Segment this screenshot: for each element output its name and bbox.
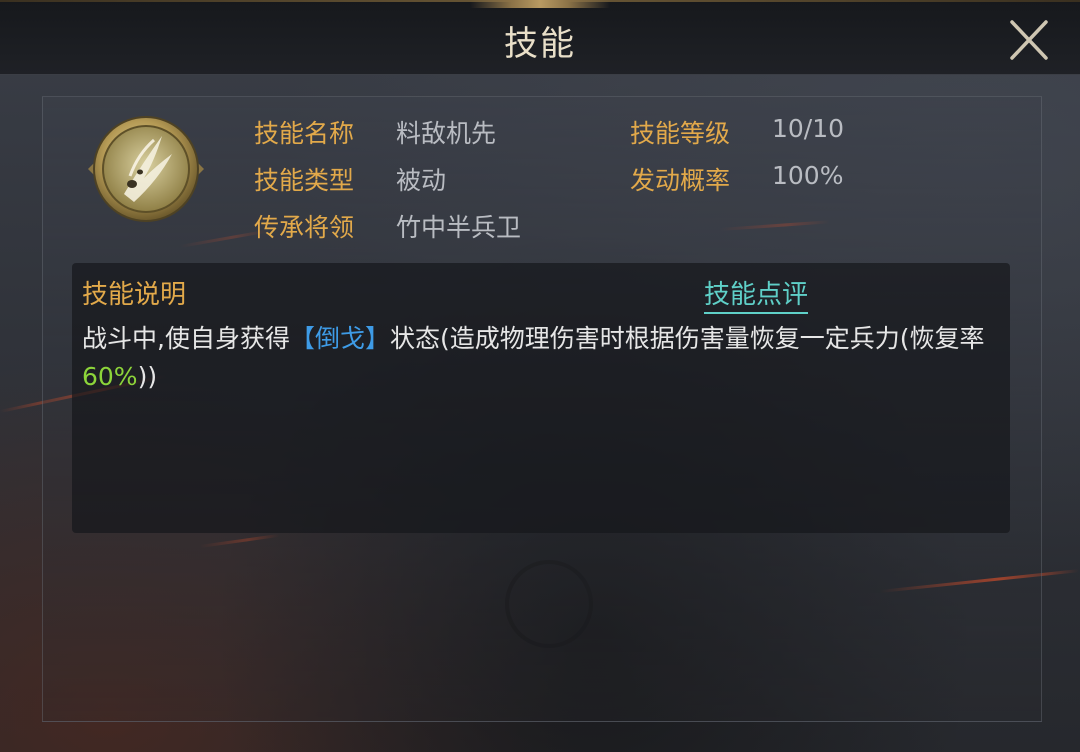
trigger-chance-label: 发动概率 [630,166,731,195]
close-icon [1010,20,1048,60]
skill-emblem-icon [88,116,204,222]
skill-emblem [84,114,208,224]
description-text-part2: 状态(造成物理伤害时根据伤害量恢复一定兵力(恢复率 [389,324,985,353]
window-title: 技能 [504,24,576,64]
description-text-part1: 战斗中,使自身获得 [82,324,290,353]
title-ornament [470,0,610,8]
skill-type-label: 技能类型 [254,166,355,195]
skill-review-link[interactable]: 技能点评 [704,274,809,314]
skill-name-label: 技能名称 [254,119,355,148]
title-bar: 技能 [0,0,1080,75]
recovery-rate-percent: 60% [82,362,138,391]
close-button[interactable] [1002,14,1054,66]
skill-level-value: 10/10 [772,114,845,143]
inherit-general-label: 传承将领 [254,213,355,242]
status-keyword: 【倒戈】 [289,324,390,353]
skill-type-value: 被动 [396,166,447,195]
description-title: 技能说明 [82,280,187,310]
inherit-general-value: 竹中半兵卫 [396,213,522,242]
description-box [72,263,1010,533]
trigger-chance-value: 100% [772,161,844,190]
description-text-part3: )) [137,362,158,391]
skill-level-label: 技能等级 [630,119,731,148]
skill-name-value: 料敌机先 [396,119,497,148]
description-text: 战斗中,使自身获得【倒戈】状态(造成物理伤害时根据伤害量恢复一定兵力(恢复率 60… [82,320,994,396]
